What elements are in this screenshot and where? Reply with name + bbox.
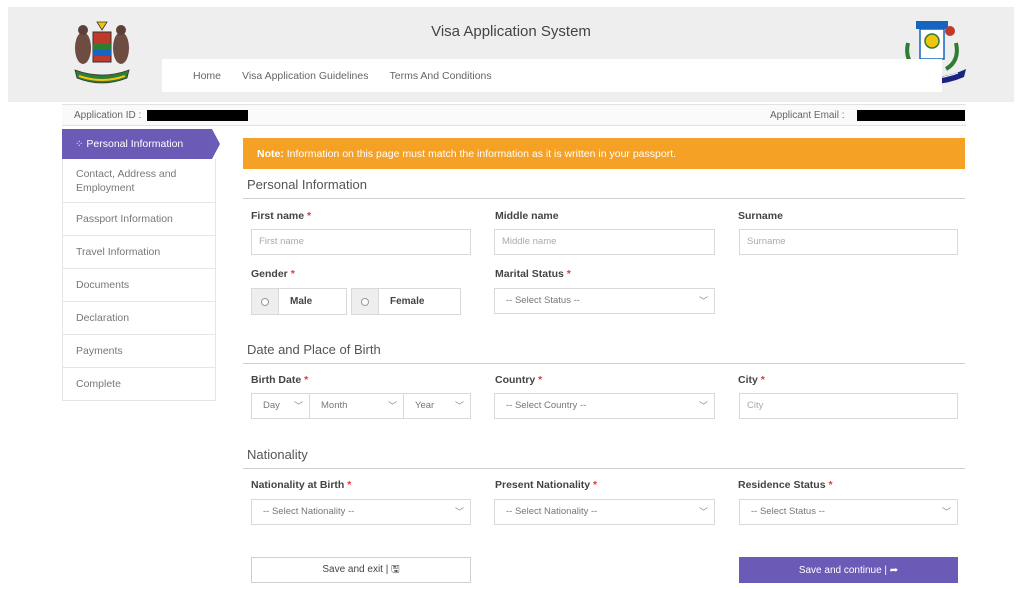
nationality-at-birth-select[interactable]: -- Select Nationality -- ﹀ [251, 499, 471, 525]
country-select[interactable]: -- Select Country -- ﹀ [494, 393, 715, 419]
birth-month-value: Month [321, 400, 348, 411]
chevron-down-icon: ﹀ [454, 507, 464, 517]
gender-male-radio[interactable]: Male [251, 288, 347, 315]
sidebar-item-label: Payments [76, 345, 123, 357]
marital-status-value: -- Select Status -- [506, 295, 580, 306]
section-title-nationality: Nationality [247, 447, 308, 462]
chevron-down-icon: ﹀ [941, 507, 951, 517]
gender-female-radio[interactable]: Female [351, 288, 461, 315]
first-name-label: First name * [251, 210, 312, 222]
application-id-label: Application ID : [74, 110, 142, 121]
sidebar-item-travel-information[interactable]: Travel Information [62, 236, 216, 269]
marital-status-select[interactable]: -- Select Status -- ﹀ [494, 288, 715, 314]
gender-label: Gender * [251, 268, 295, 280]
site-header: Visa Application System Home Visa Applic… [0, 0, 1022, 103]
applicant-email-redacted [857, 110, 965, 121]
section-divider [243, 468, 965, 469]
birth-month-select[interactable]: Month ﹀ [309, 393, 404, 419]
nationality-at-birth-value: -- Select Nationality -- [263, 506, 355, 517]
present-nationality-select[interactable]: -- Select Nationality -- ﹀ [494, 499, 715, 525]
save-and-exit-button[interactable]: Save and exit | 🖫 [251, 557, 471, 583]
chevron-down-icon: ﹀ [698, 507, 708, 517]
radio-circle-icon [361, 297, 369, 306]
sidebar-item-complete[interactable]: Complete [62, 368, 216, 401]
chevron-down-icon: ﹀ [698, 401, 708, 411]
sidebar-item-label: Personal Information [86, 138, 184, 150]
sidebar-item-label: Travel Information [76, 246, 161, 258]
birth-year-select[interactable]: Year ﹀ [403, 393, 471, 419]
site-title: Visa Application System [431, 23, 591, 40]
note-text: Information on this page must match the … [283, 148, 677, 160]
chevron-down-icon: ﹀ [293, 401, 303, 411]
sidebar-item-label: Contact, Address and Employment [76, 167, 177, 194]
gender-male-label: Male [290, 296, 313, 307]
applicant-email-label: Applicant Email : [770, 110, 845, 121]
step-sidebar: ⁘ Personal Information Contact, Address … [62, 129, 220, 401]
nav-guidelines-link[interactable]: Visa Application Guidelines [242, 70, 368, 82]
birth-year-value: Year [415, 400, 435, 411]
city-label: City * [738, 374, 765, 386]
spinner-icon: ⁘ [75, 138, 84, 150]
residence-status-value: -- Select Status -- [751, 506, 825, 517]
top-nav: Home Visa Application Guidelines Terms A… [162, 59, 942, 92]
surname-input[interactable]: Surname [739, 229, 958, 255]
sidebar-item-documents[interactable]: Documents [62, 269, 216, 302]
chevron-down-icon: ﹀ [698, 296, 708, 306]
middle-name-label: Middle name [495, 210, 559, 222]
sidebar-item-label: Complete [76, 378, 121, 390]
birth-day-select[interactable]: Day ﹀ [251, 393, 310, 419]
country-value: -- Select Country -- [506, 400, 587, 411]
residence-status-select[interactable]: -- Select Status -- ﹀ [739, 499, 958, 525]
birth-day-value: Day [263, 400, 280, 411]
note-bold-label: Note: [257, 148, 284, 160]
section-divider [243, 363, 965, 364]
section-title-personal: Personal Information [247, 177, 367, 192]
marital-status-label: Marital Status * [495, 268, 571, 280]
nav-terms-link[interactable]: Terms And Conditions [390, 70, 492, 82]
application-info-bar: Application ID : Applicant Email : [62, 104, 966, 126]
sidebar-item-contact-address[interactable]: Contact, Address and Employment [62, 159, 216, 203]
radio-circle-icon [261, 297, 269, 306]
section-title-birth: Date and Place of Birth [247, 342, 381, 357]
sidebar-item-passport-information[interactable]: Passport Information [62, 203, 216, 236]
application-id-redacted [147, 110, 248, 121]
nav-home-link[interactable]: Home [193, 70, 221, 82]
save-and-continue-button[interactable]: Save and continue | ➦ [739, 557, 958, 583]
present-nationality-label: Present Nationality * [495, 479, 598, 491]
sidebar-item-label: Passport Information [76, 213, 173, 225]
chevron-down-icon: ﹀ [454, 401, 464, 411]
sidebar-item-payments[interactable]: Payments [62, 335, 216, 368]
sidebar-item-personal-information[interactable]: ⁘ Personal Information [62, 129, 220, 159]
country-label: Country * [495, 374, 543, 386]
gender-female-label: Female [390, 296, 425, 307]
section-divider [243, 198, 965, 199]
sidebar-item-label: Documents [76, 279, 130, 291]
present-nationality-value: -- Select Nationality -- [506, 506, 598, 517]
chevron-down-icon: ﹀ [387, 401, 397, 411]
surname-label: Surname [738, 210, 783, 222]
radio-cell [352, 289, 379, 314]
middle-name-input[interactable]: Middle name [494, 229, 715, 255]
first-name-input[interactable]: First name [251, 229, 471, 255]
residence-status-label: Residence Status * [738, 479, 833, 491]
sidebar-item-declaration[interactable]: Declaration [62, 302, 216, 335]
nationality-at-birth-label: Nationality at Birth * [251, 479, 352, 491]
radio-cell [252, 289, 279, 314]
sidebar-item-label: Declaration [76, 312, 130, 324]
passport-note-banner: Note: Information on this page must matc… [243, 138, 965, 169]
birth-date-label: Birth Date * [251, 374, 309, 386]
city-input[interactable]: City [739, 393, 958, 419]
